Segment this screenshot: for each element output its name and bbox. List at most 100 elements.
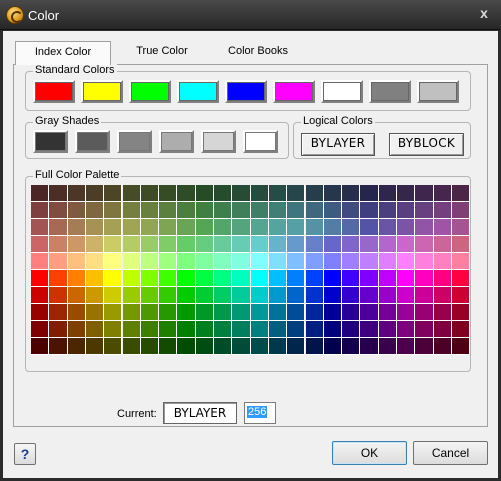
palette-cell[interactable]	[378, 321, 397, 338]
palette-cell[interactable]	[122, 304, 141, 321]
palette-cell[interactable]	[451, 287, 471, 304]
palette-cell[interactable]	[232, 185, 251, 202]
palette-cell[interactable]	[397, 236, 416, 253]
palette-cell[interactable]	[104, 304, 123, 321]
palette-cell[interactable]	[195, 219, 214, 236]
cancel-button[interactable]: Cancel	[413, 441, 488, 465]
palette-cell[interactable]	[250, 287, 269, 304]
palette-cell[interactable]	[268, 185, 288, 202]
palette-cell[interactable]	[397, 202, 416, 219]
palette-cell[interactable]	[342, 253, 361, 270]
palette-cell[interactable]	[122, 321, 141, 338]
palette-cell[interactable]	[159, 287, 178, 304]
palette-cell[interactable]	[31, 236, 50, 253]
palette-cell[interactable]	[214, 253, 233, 270]
palette-cell[interactable]	[85, 304, 105, 321]
palette-cell[interactable]	[415, 270, 434, 287]
palette-cell[interactable]	[31, 287, 50, 304]
palette-cell[interactable]	[451, 185, 471, 202]
palette-cell[interactable]	[451, 236, 471, 253]
palette-cell[interactable]	[250, 270, 269, 287]
palette-cell[interactable]	[159, 270, 178, 287]
palette-cell[interactable]	[323, 270, 343, 287]
palette-cell[interactable]	[232, 219, 251, 236]
standard-color-swatch[interactable]	[369, 80, 411, 103]
palette-cell[interactable]	[342, 321, 361, 338]
palette-cell[interactable]	[67, 185, 86, 202]
palette-cell[interactable]	[360, 304, 379, 321]
palette-cell[interactable]	[305, 253, 324, 270]
palette-cell[interactable]	[232, 202, 251, 219]
palette-cell[interactable]	[451, 219, 471, 236]
palette-cell[interactable]	[360, 321, 379, 338]
palette-cell[interactable]	[195, 253, 214, 270]
palette-cell[interactable]	[287, 236, 306, 253]
palette-cell[interactable]	[268, 321, 288, 338]
palette-cell[interactable]	[397, 219, 416, 236]
palette-cell[interactable]	[323, 321, 343, 338]
palette-cell[interactable]	[287, 202, 306, 219]
palette-cell[interactable]	[342, 338, 361, 355]
palette-cell[interactable]	[397, 270, 416, 287]
palette-cell[interactable]	[177, 219, 196, 236]
palette-cell[interactable]	[397, 304, 416, 321]
palette-cell[interactable]	[378, 304, 397, 321]
palette-cell[interactable]	[159, 338, 178, 355]
palette-cell[interactable]	[104, 185, 123, 202]
palette-cell[interactable]	[433, 202, 452, 219]
palette-cell[interactable]	[31, 253, 50, 270]
tab-true-color[interactable]: True Color	[121, 41, 203, 63]
palette-cell[interactable]	[49, 202, 68, 219]
palette-cell[interactable]	[195, 236, 214, 253]
palette-cell[interactable]	[287, 321, 306, 338]
palette-cell[interactable]	[214, 219, 233, 236]
palette-cell[interactable]	[67, 321, 86, 338]
palette-cell[interactable]	[49, 236, 68, 253]
palette-cell[interactable]	[122, 202, 141, 219]
palette-cell[interactable]	[85, 253, 105, 270]
palette-cell[interactable]	[122, 338, 141, 355]
palette-cell[interactable]	[49, 304, 68, 321]
palette-cell[interactable]	[195, 304, 214, 321]
gray-shade-swatch[interactable]	[201, 130, 236, 153]
palette-cell[interactable]	[31, 202, 50, 219]
palette-cell[interactable]	[305, 219, 324, 236]
palette-cell[interactable]	[85, 270, 105, 287]
tab-index-color[interactable]: Index Color	[15, 41, 111, 65]
palette-cell[interactable]	[433, 219, 452, 236]
palette-cell[interactable]	[268, 287, 288, 304]
palette-cell[interactable]	[378, 253, 397, 270]
palette-cell[interactable]	[397, 287, 416, 304]
palette-cell[interactable]	[67, 287, 86, 304]
current-index-field[interactable]: 256	[244, 402, 276, 424]
standard-color-swatch[interactable]	[417, 80, 459, 103]
palette-cell[interactable]	[415, 304, 434, 321]
palette-cell[interactable]	[415, 253, 434, 270]
palette-cell[interactable]	[232, 253, 251, 270]
palette-cell[interactable]	[305, 321, 324, 338]
palette-cell[interactable]	[415, 219, 434, 236]
palette-cell[interactable]	[177, 202, 196, 219]
palette-cell[interactable]	[49, 287, 68, 304]
palette-cell[interactable]	[49, 219, 68, 236]
palette-cell[interactable]	[268, 270, 288, 287]
palette-cell[interactable]	[177, 338, 196, 355]
palette-cell[interactable]	[159, 253, 178, 270]
standard-color-swatch[interactable]	[33, 80, 75, 103]
palette-cell[interactable]	[214, 270, 233, 287]
palette-cell[interactable]	[268, 236, 288, 253]
palette-cell[interactable]	[415, 287, 434, 304]
palette-cell[interactable]	[305, 270, 324, 287]
palette-cell[interactable]	[159, 185, 178, 202]
palette-cell[interactable]	[433, 236, 452, 253]
palette-cell[interactable]	[415, 321, 434, 338]
palette-cell[interactable]	[268, 219, 288, 236]
palette-cell[interactable]	[214, 321, 233, 338]
palette-cell[interactable]	[195, 321, 214, 338]
palette-cell[interactable]	[122, 219, 141, 236]
palette-cell[interactable]	[323, 219, 343, 236]
palette-cell[interactable]	[140, 270, 160, 287]
palette-cell[interactable]	[140, 287, 160, 304]
palette-cell[interactable]	[360, 338, 379, 355]
palette-cell[interactable]	[67, 202, 86, 219]
